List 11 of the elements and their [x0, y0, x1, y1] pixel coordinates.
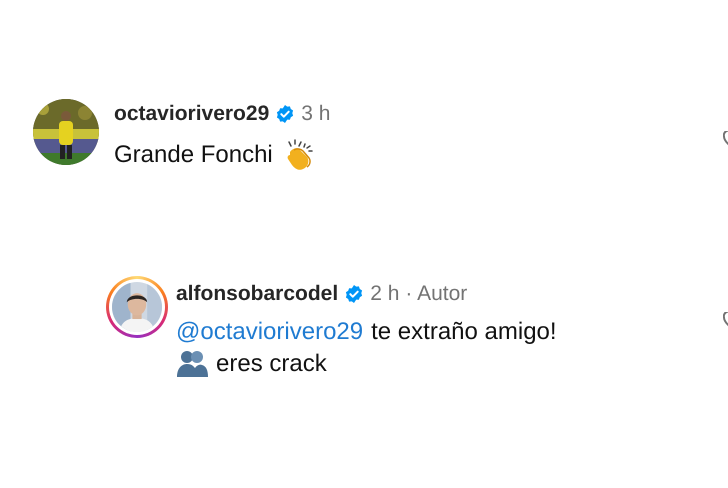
username[interactable]: alfonsobarcodel — [176, 278, 338, 310]
timestamp: 3 h — [301, 101, 330, 128]
comment-text: te extraño amigo! — [371, 317, 557, 347]
username[interactable]: octaviorivero29 — [114, 98, 270, 130]
mention-link[interactable]: @octaviorivero29 — [176, 317, 364, 347]
author-tag: · Autor — [405, 278, 468, 310]
comment-text: eres crack — [216, 349, 327, 379]
comment-text: Grande Fonchi — [114, 140, 273, 170]
timestamp: 2 h — [370, 281, 400, 308]
avatar[interactable] — [33, 99, 99, 165]
people-hugging-icon — [176, 350, 208, 378]
